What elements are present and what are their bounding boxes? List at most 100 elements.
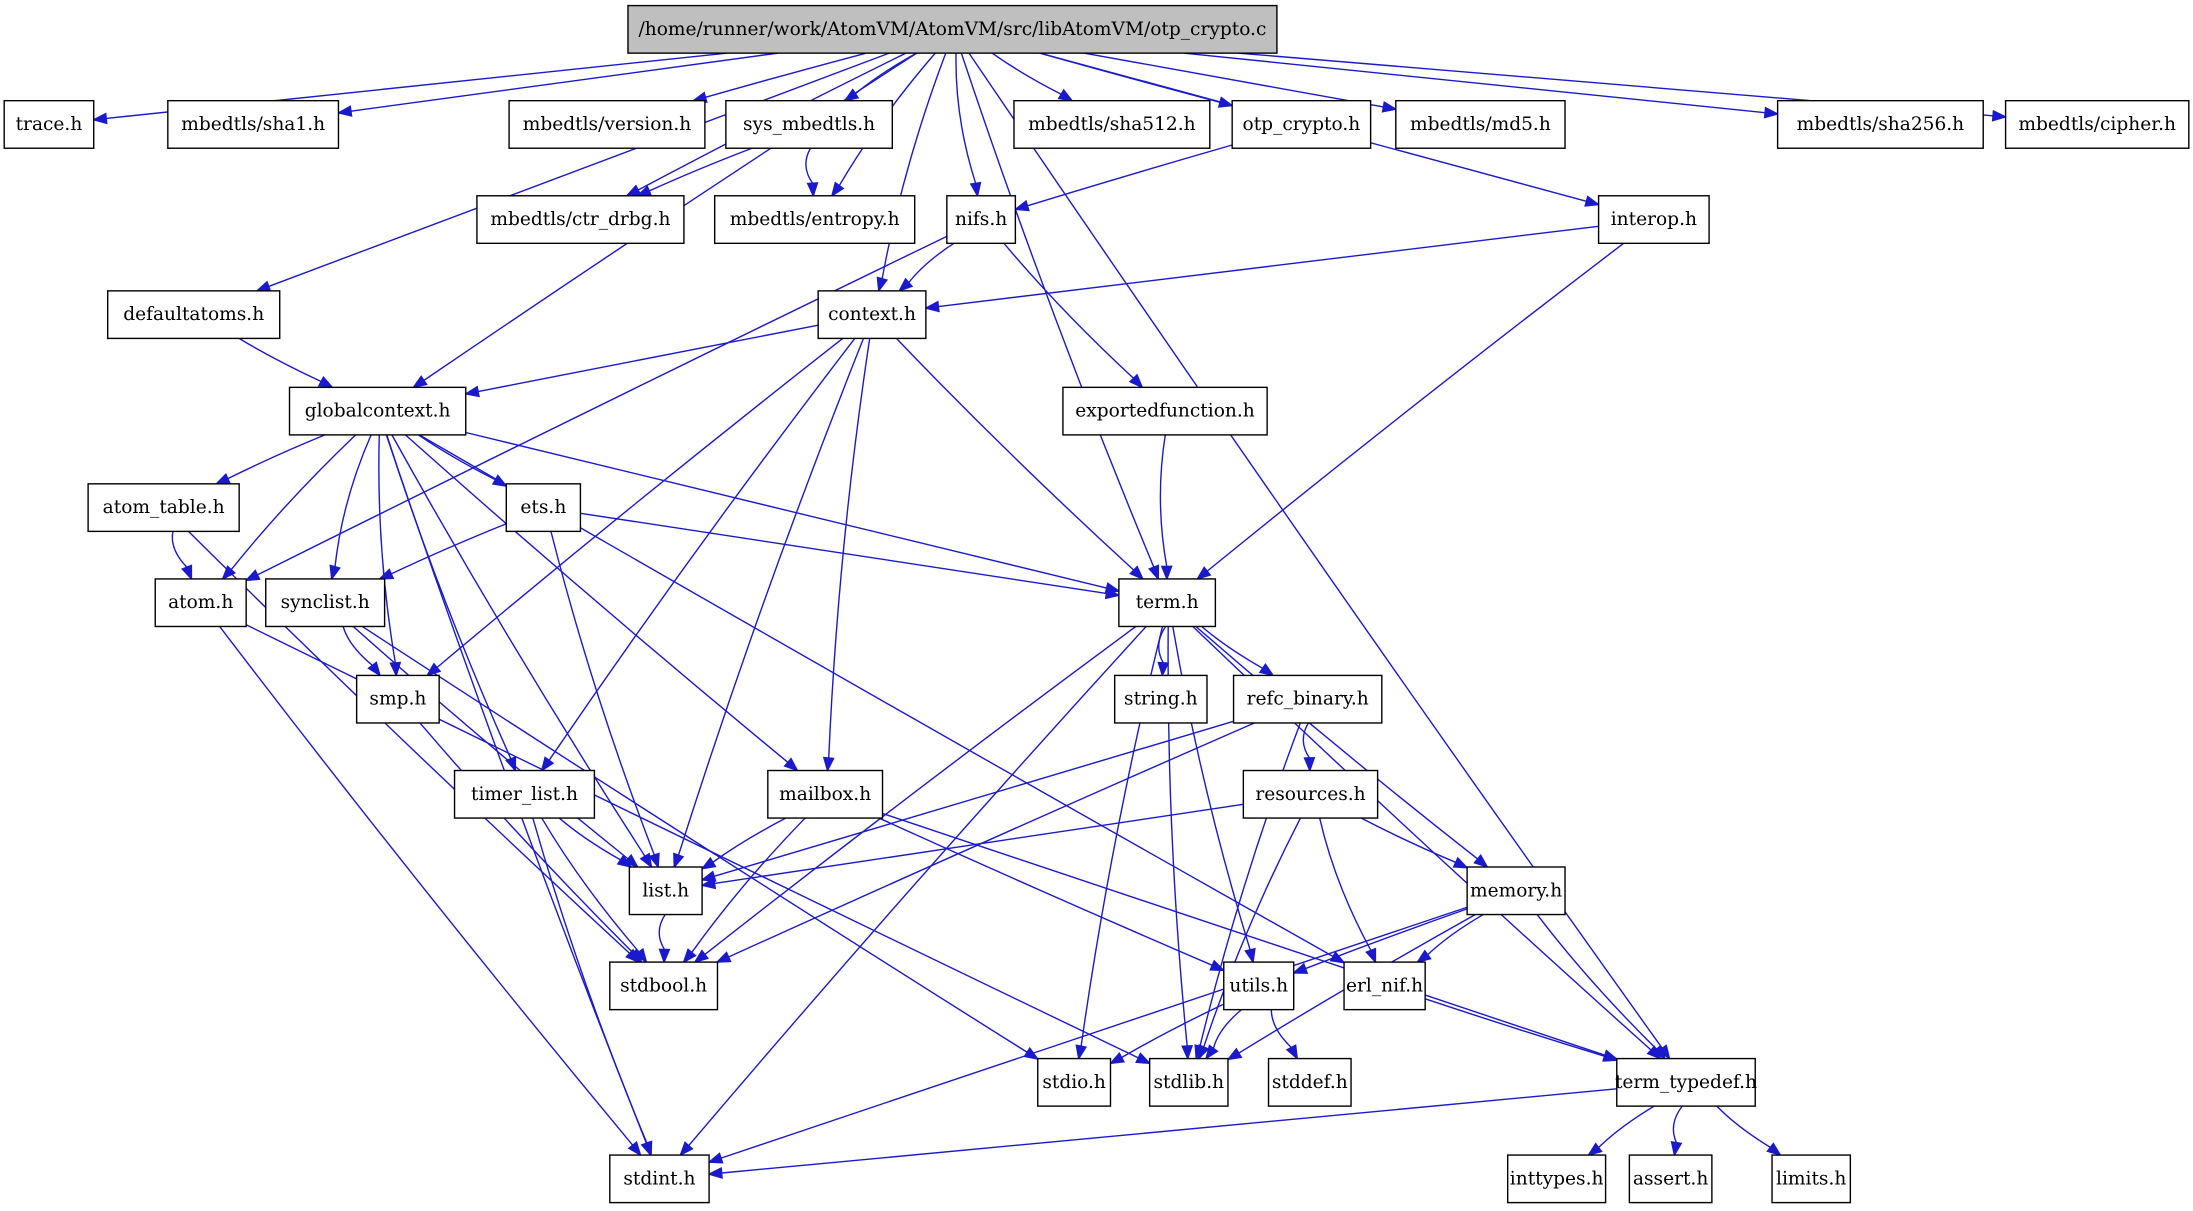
header-node-exportedfunction[interactable]: exportedfunction.h [1062,386,1268,436]
header-node-stdbool[interactable]: stdbool.h [609,961,719,1011]
edge-context-to-timer_list [540,337,856,773]
node-label: synclist.h [281,592,370,613]
edge-line [187,530,631,954]
arrowhead-icon [682,948,697,964]
header-node-assert[interactable]: assert.h [1628,1154,1713,1204]
header-node-term[interactable]: term.h [1118,578,1217,628]
edge-otp_crypto_h-to-nifs [1013,144,1233,212]
header-node-globalcontext[interactable]: globalcontext.h [288,386,467,436]
arrowhead-icon [1258,663,1275,677]
edge-line [1195,625,1479,860]
edge-term-to-string [1157,626,1170,678]
edge-line [1302,722,1310,759]
node-label: stdio.h [1042,1072,1106,1093]
edge-line [991,52,1062,95]
header-node-memory[interactable]: memory.h [1466,866,1566,916]
arrowhead-icon [693,949,710,964]
header-node-context[interactable]: context.h [817,290,927,340]
edge-sys_mbedtls-to-entropy [805,147,819,198]
header-node-atom[interactable]: atom.h [154,578,247,628]
edge-line [1716,1105,1771,1148]
header-node-interop[interactable]: interop.h [1597,195,1710,245]
edge-atom_table-to-stdbool [187,530,641,964]
header-node-defaultatoms[interactable]: defaultatoms.h [106,290,281,340]
arrowhead-icon [377,568,395,580]
edge-term-to-memory [1195,625,1489,869]
arrowhead-icon [505,755,517,773]
header-node-stdlib[interactable]: stdlib.h [1148,1057,1229,1107]
header-node-string[interactable]: string.h [1113,674,1208,724]
header-node-atom-table[interactable]: atom_table.h [87,483,240,533]
node-label: inttypes.h [1510,1168,1604,1189]
edge-line [171,531,188,568]
node-label: mbedtls/cipher.h [2018,114,2176,135]
header-node-sys-mbedtls[interactable]: sys_mbedtls.h [725,99,894,149]
header-node-otp-crypto-h[interactable]: otp_crypto.h [1231,99,1372,149]
edge-line [720,906,1468,1159]
node-label: exportedfunction.h [1075,401,1254,422]
arrowhead-icon [707,1167,723,1179]
header-node-stddef[interactable]: stddef.h [1267,1057,1352,1107]
header-node-entropy[interactable]: mbedtls/entropy.h [713,195,916,245]
node-label: globalcontext.h [305,401,451,422]
header-node-md5[interactable]: mbedtls/md5.h [1395,99,1566,149]
header-node-utils[interactable]: utils.h [1223,961,1295,1011]
edge-exportedfunction-to-term [1159,434,1173,581]
header-node-term-typedef[interactable]: term_typedef.h [1615,1057,1757,1107]
edge-line [1424,998,1605,1058]
node-label: list.h [642,880,689,901]
header-node-ctr-drbg[interactable]: mbedtls/ctr_drbg.h [476,195,685,245]
header-node-limits[interactable]: limits.h [1771,1154,1852,1204]
arrowhead-icon [641,1140,653,1157]
node-label: ets.h [520,497,566,518]
edge-line [908,242,955,284]
edge-context-to-term [895,337,1145,581]
header-node-sha256[interactable]: mbedtls/sha256.h [1776,99,1984,149]
arrowhead-icon [830,181,845,198]
header-node-list[interactable]: list.h [628,866,703,916]
arrowhead-icon [1057,88,1074,102]
header-node-version[interactable]: mbedtls/version.h [508,99,706,149]
edge-line [955,53,977,184]
node-label: mbedtls/version.h [523,114,692,135]
edge-line [268,52,890,288]
edge-ets-to-synclist [377,523,507,580]
arrowhead-icon [658,948,671,965]
header-node-trace[interactable]: trace.h [3,99,95,149]
arrowhead-icon [715,951,732,963]
edge-line [238,337,322,383]
node-label: defaultatoms.h [123,304,264,325]
header-node-mailbox[interactable]: mailbox.h [767,769,884,819]
arrowhead-icon [1365,947,1377,964]
header-node-smp[interactable]: smp.h [355,674,440,724]
header-node-stdint[interactable]: stdint.h [609,1154,710,1204]
arrowhead-icon [1181,1045,1194,1061]
header-node-synclist[interactable]: synclist.h [265,578,386,628]
node-label: timer_list.h [471,784,578,805]
edge-line [938,225,1599,308]
header-node-refc-binary[interactable]: refc_binary.h [1232,674,1383,724]
edge-line [1360,817,1457,864]
header-node-timer-list[interactable]: timer_list.h [453,769,596,819]
arrowhead-icon [1135,1052,1152,1065]
node-label: utils.h [1229,975,1288,996]
header-node-nifs[interactable]: nifs.h [946,195,1017,245]
arrowhead-icon [700,856,717,870]
header-node-cipher[interactable]: mbedtls/cipher.h [2004,99,2190,149]
arrowhead-icon [673,852,685,869]
header-node-ets[interactable]: ets.h [505,483,582,533]
header-node-resources[interactable]: resources.h [1242,769,1379,819]
header-node-sha512[interactable]: mbedtls/sha512.h [1013,99,1211,149]
edge-memory-to-erl_nif [1415,913,1484,964]
arrowhead-icon [1148,564,1160,581]
header-node-erl-nif[interactable]: erl_nif.h [1343,961,1426,1011]
header-node-sha1[interactable]: mbedtls/sha1.h [167,99,340,149]
node-label: mbedtls/md5.h [1410,114,1551,135]
node-label: stddef.h [1272,1072,1348,1093]
header-node-stdio[interactable]: stdio.h [1037,1057,1112,1107]
arrowhead-icon [627,1140,642,1157]
arrowhead-icon [1415,949,1432,964]
node-label: mbedtls/sha1.h [181,114,325,135]
edge-line [1158,626,1167,664]
header-node-inttypes[interactable]: inttypes.h [1506,1154,1607,1204]
